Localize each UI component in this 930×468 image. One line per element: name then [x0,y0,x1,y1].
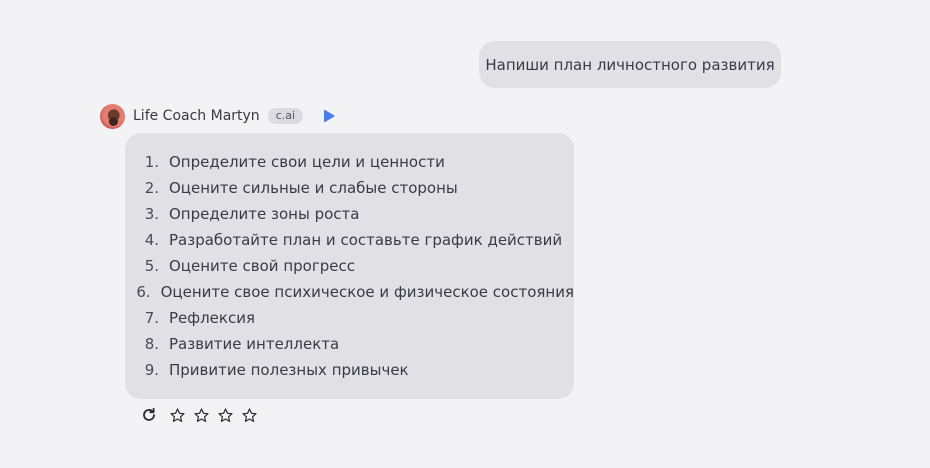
list-item-text: Разработайте план и составьте график дей… [169,231,563,249]
star-icon[interactable] [191,405,211,425]
user-message-text: Напиши план личностного развития [485,55,775,74]
list-item-number: 7. [144,309,159,327]
list-item: 3. Определите зоны роста [135,201,574,227]
list-item: 9. Привитие полезных привычек [135,357,574,383]
cai-badge: c.ai [267,108,304,124]
list-item: 5. Оцените свой прогресс [135,253,574,279]
list-item-text: Оцените свой прогресс [169,257,355,275]
plan-list: 1. Определите свои цели и ценности 2. Оцен… [135,149,574,383]
list-item-text: Рефлексия [169,309,255,327]
star-icon[interactable] [239,405,259,425]
message-actions [139,405,263,425]
list-item: 4. Разработайте план и составьте график д… [135,227,574,253]
list-item: 7. Рефлексия [135,305,574,331]
star-icon[interactable] [167,405,187,425]
list-item-number: 3. [144,205,159,223]
list-item: 8. Развитие интеллекта [135,331,574,357]
list-item: 2. Оцените сильные и слабые стороны [135,175,574,201]
list-item-number: 1. [144,153,159,171]
list-item-number: 4. [144,231,159,249]
list-item-text: Оцените сильные и слабые стороны [169,179,458,197]
play-icon[interactable] [321,108,335,124]
bot-message-bubble: 1. Определите свои цели и ценности 2. Оцен… [125,133,574,399]
list-item-number: 5. [144,257,159,275]
star-icon[interactable] [215,405,235,425]
list-item-text: Определите свои цели и ценности [169,153,445,171]
list-item-text: Определите зоны роста [169,205,360,223]
user-message-bubble: Напиши план личностного развития [479,41,781,88]
character-header: Life Coach Martyn c.ai [100,103,335,129]
list-item: 1. Определите свои цели и ценности [135,149,574,175]
list-item-number: 6. [136,283,151,301]
list-item-text: Оцените свое психическое и физическое со… [160,283,574,301]
avatar[interactable] [100,103,125,129]
list-item-text: Привитие полезных привычек [169,361,409,379]
list-item-number: 9. [144,361,159,379]
chat-page: Напиши план личностного развития Life Co… [0,0,930,468]
list-item-number: 2. [144,179,159,197]
refresh-icon[interactable] [139,405,159,425]
list-item-text: Развитие интеллекта [169,335,340,353]
list-item: 6. Оцените свое психическое и физическое … [135,279,574,305]
list-item-number: 8. [144,335,159,353]
character-name[interactable]: Life Coach Martyn [133,108,260,124]
